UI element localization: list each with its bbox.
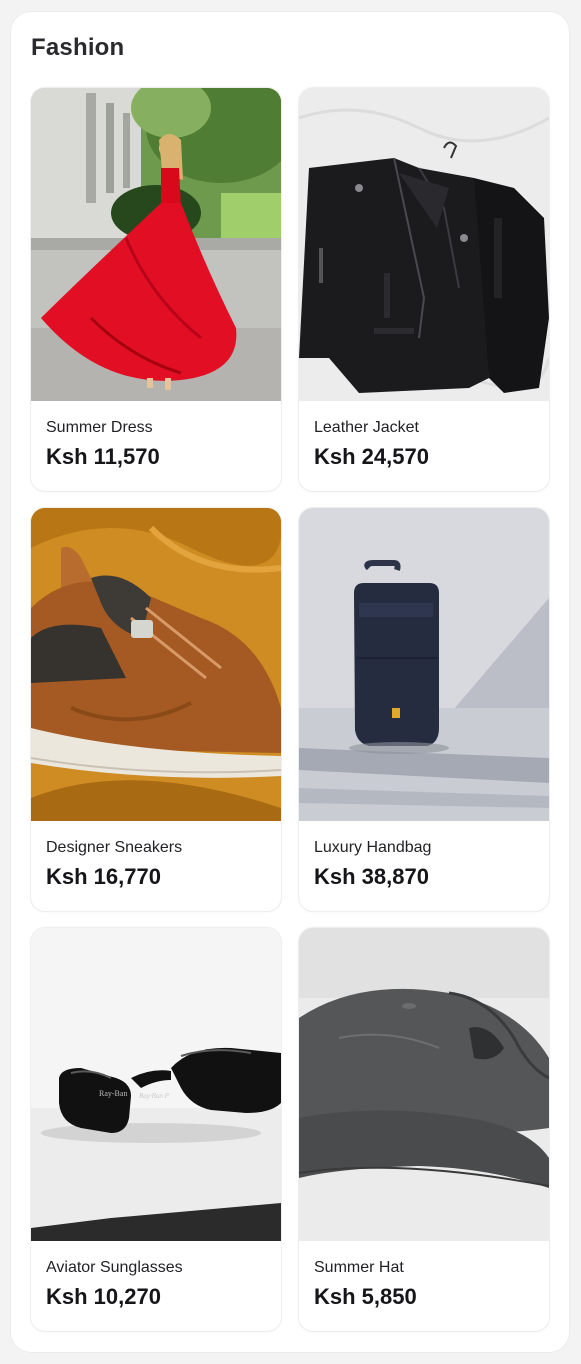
product-price: Ksh 38,870 [314,864,429,889]
product-info: Aviator Sunglasses Ksh 10,270 [46,1258,269,1310]
product-info: Designer Sneakers Ksh 16,770 [46,838,269,890]
backpack-image[interactable] [299,508,549,821]
product-name: Designer Sneakers [46,839,183,856]
sunglasses-image[interactable]: Ray-Ban Ray·Ban P [31,928,281,1241]
product-price: Ksh 11,570 [46,444,160,469]
product-card-designer-sneakers[interactable]: Designer Sneakers Ksh 16,770 [31,508,281,911]
product-card-aviator-sunglasses[interactable]: Ray-Ban Ray·Ban P Aviator Sunglasses Ksh… [31,928,281,1331]
product-grid: Summer Dress Ksh 11,570 Leather Jacket K… [31,88,549,1331]
product-name: Summer Dress [46,419,153,436]
product-card-luxury-handbag[interactable]: Luxury Handbag Ksh 38,870 [299,508,549,911]
red-dress-image[interactable] [31,88,281,401]
fashion-section: Fashion Summer Dress Ksh 11,570 Leather … [11,12,569,1352]
product-info: Summer Dress Ksh 11,570 [46,418,269,470]
svg-text:Ray-Ban: Ray-Ban [99,1089,127,1098]
product-name: Leather Jacket [314,419,419,436]
product-card-summer-dress[interactable]: Summer Dress Ksh 11,570 [31,88,281,491]
product-price: Ksh 5,850 [314,1284,417,1309]
product-info: Summer Hat Ksh 5,850 [314,1258,537,1310]
product-info: Luxury Handbag Ksh 38,870 [314,838,537,890]
product-card-leather-jacket[interactable]: Leather Jacket Ksh 24,570 [299,88,549,491]
product-price: Ksh 24,570 [314,444,429,469]
product-info: Leather Jacket Ksh 24,570 [314,418,537,470]
leather-jacket-image[interactable] [299,88,549,401]
product-price: Ksh 16,770 [46,864,161,889]
product-card-summer-hat[interactable]: Summer Hat Ksh 5,850 [299,928,549,1331]
sneaker-image[interactable] [31,508,281,821]
product-name: Aviator Sunglasses [46,1259,183,1276]
product-name: Summer Hat [314,1259,404,1276]
cap-image[interactable] [299,928,549,1241]
product-name: Luxury Handbag [314,839,432,856]
section-title: Fashion [31,34,125,61]
product-price: Ksh 10,270 [46,1284,161,1309]
svg-text:Ray·Ban P: Ray·Ban P [138,1092,170,1100]
